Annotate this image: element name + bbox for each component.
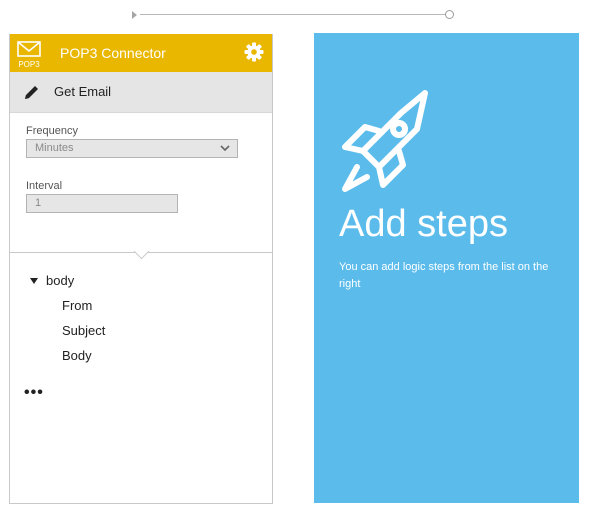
trigger-form: Frequency Minutes Interval 1 bbox=[10, 113, 272, 252]
timeline-start-arrow-icon bbox=[132, 11, 137, 19]
frequency-select[interactable]: Minutes bbox=[26, 139, 238, 158]
frequency-label: Frequency bbox=[26, 125, 78, 137]
tree-node-from[interactable]: From bbox=[10, 295, 272, 320]
output-tree: body From Subject Body bbox=[10, 270, 272, 370]
connector-card: POP3 POP3 Connector Get Email Frequency … bbox=[9, 34, 273, 504]
tree-node-subject[interactable]: Subject bbox=[10, 320, 272, 345]
tree-node-label[interactable]: body bbox=[46, 273, 74, 288]
connector-header: POP3 POP3 Connector bbox=[10, 34, 272, 72]
tree-node-label[interactable]: From bbox=[62, 298, 92, 313]
chevron-down-icon bbox=[220, 145, 230, 152]
connector-title: POP3 Connector bbox=[60, 45, 166, 61]
interval-input[interactable]: 1 bbox=[26, 194, 178, 213]
timeline-end-node[interactable] bbox=[445, 10, 454, 19]
tree-node-label[interactable]: Subject bbox=[62, 323, 105, 338]
collapse-triangle-icon[interactable] bbox=[30, 278, 38, 284]
workflow-timeline bbox=[132, 8, 454, 22]
timeline-line bbox=[140, 14, 448, 15]
rocket-icon bbox=[342, 90, 428, 192]
more-options-button[interactable]: ••• bbox=[24, 384, 44, 402]
mail-icon: POP3 bbox=[17, 41, 41, 68]
gear-icon[interactable] bbox=[244, 42, 264, 62]
tree-node-body[interactable]: body bbox=[10, 270, 272, 295]
tree-node-body-field[interactable]: Body bbox=[10, 345, 272, 370]
add-steps-panel: Add steps You can add logic steps from t… bbox=[314, 33, 579, 503]
action-get-email[interactable]: Get Email bbox=[10, 72, 272, 113]
frequency-value: Minutes bbox=[35, 142, 74, 154]
action-label: Get Email bbox=[54, 84, 112, 99]
panel-heading: Add steps bbox=[339, 203, 508, 245]
panel-description: You can add logic steps from the list on… bbox=[339, 261, 549, 290]
logo-text: POP3 bbox=[18, 60, 40, 68]
pencil-icon bbox=[25, 86, 38, 99]
interval-label: Interval bbox=[26, 180, 63, 192]
tree-node-label[interactable]: Body bbox=[62, 348, 92, 363]
